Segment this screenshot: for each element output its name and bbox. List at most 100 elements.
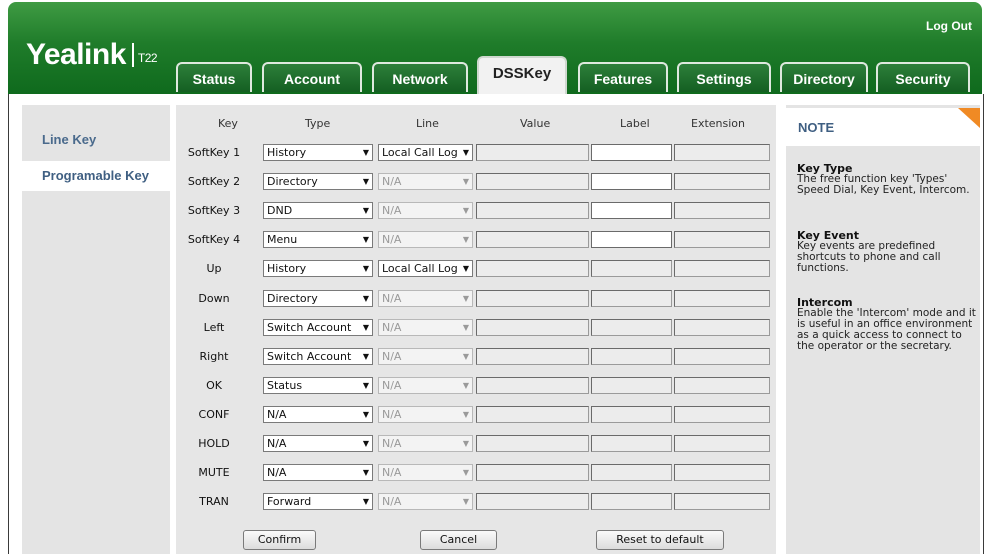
tab-features[interactable]: Features [578,62,668,92]
line-select-value: N/A [382,204,402,217]
value-field [476,348,589,365]
chevron-down-icon: ▼ [462,352,469,361]
value-field [476,173,589,190]
extension-field [674,464,770,481]
type-select-value: Switch Account [267,321,352,334]
row-key-label: SoftKey 3 [187,204,241,217]
type-select[interactable]: Directory ▼ [263,173,373,190]
confirm-button[interactable]: Confirm [243,530,316,550]
type-select[interactable]: N/A ▼ [263,464,373,481]
label-field [591,464,672,481]
note-corner-icon [958,108,980,128]
label-field [591,493,672,510]
sidebar-item-programable-key[interactable]: Programable Key [22,161,170,191]
type-select[interactable]: DND ▼ [263,202,373,219]
type-select[interactable]: Switch Account ▼ [263,348,373,365]
chevron-down-icon: ▼ [362,352,369,361]
type-select-value: History [267,262,307,275]
chevron-down-icon: ▼ [462,264,469,273]
type-select[interactable]: N/A ▼ [263,406,373,423]
note-text: Enable the 'Intercom' mode and it is use… [797,307,976,352]
value-field [476,231,589,248]
line-select: N/A ▼ [378,493,473,510]
chevron-down-icon: ▼ [362,468,369,477]
chevron-down-icon: ▼ [462,206,469,215]
row-key-label: SoftKey 4 [187,233,241,246]
type-select-value: N/A [267,437,287,450]
chevron-down-icon: ▼ [362,177,369,186]
type-select[interactable]: History ▼ [263,260,373,277]
note-section-key-type: Key Type The free function key 'Types' S… [797,163,977,196]
note-title: NOTE [798,120,835,135]
column-header-key: Key [218,117,238,130]
row-key-label: Left [203,321,225,334]
tab-directory[interactable]: Directory [780,62,868,92]
tab-status[interactable]: Status [176,62,252,92]
label-field [591,348,672,365]
label-field[interactable] [591,202,672,219]
chevron-down-icon: ▼ [462,381,469,390]
reset-to-default-button[interactable]: Reset to default [596,530,724,550]
type-select-value: History [267,146,307,159]
line-select[interactable]: Local Call Log ▼ [378,260,473,277]
line-select: N/A ▼ [378,348,473,365]
type-select[interactable]: Status ▼ [263,377,373,394]
column-header-extension: Extension [691,117,746,130]
type-select-value: Status [267,379,303,392]
type-select-value: Directory [267,175,318,188]
line-select: N/A ▼ [378,290,473,307]
line-select: N/A ▼ [378,377,473,394]
chevron-down-icon: ▼ [462,148,469,157]
extension-field [674,319,770,336]
tab-dsskey[interactable]: DSSKey [477,56,567,94]
chevron-down-icon: ▼ [362,148,369,157]
extension-field [674,493,770,510]
chevron-down-icon: ▼ [462,410,469,419]
extension-field [674,144,770,161]
type-select[interactable]: Forward ▼ [263,493,373,510]
chevron-down-icon: ▼ [362,497,369,506]
line-select: N/A ▼ [378,464,473,481]
label-field[interactable] [591,144,672,161]
type-select-value: Directory [267,292,318,305]
chevron-down-icon: ▼ [462,177,469,186]
chevron-down-icon: ▼ [362,294,369,303]
line-select-value: N/A [382,495,402,508]
value-field [476,435,589,452]
type-select[interactable]: N/A ▼ [263,435,373,452]
logout-link[interactable]: Log Out [926,19,972,33]
label-field [591,377,672,394]
type-select[interactable]: History ▼ [263,144,373,161]
row-key-label: CONF [198,408,230,421]
label-field [591,290,672,307]
tab-settings[interactable]: Settings [677,62,771,92]
cancel-button[interactable]: Cancel [420,530,497,550]
line-select-value: N/A [382,292,402,305]
type-select[interactable]: Switch Account ▼ [263,319,373,336]
line-select-value: Local Call Log [382,146,458,159]
line-select[interactable]: Local Call Log ▼ [378,144,473,161]
column-header-type: Type [305,117,331,130]
value-field [476,144,589,161]
extension-field [674,377,770,394]
tab-account[interactable]: Account [262,62,362,92]
value-field [476,202,589,219]
sidebar-item-line-key[interactable]: Line Key [22,125,170,155]
line-select: N/A ▼ [378,406,473,423]
tab-network[interactable]: Network [372,62,468,92]
label-field[interactable] [591,173,672,190]
extension-field [674,348,770,365]
type-select[interactable]: Menu ▼ [263,231,373,248]
column-header-line: Line [416,117,439,130]
tab-security[interactable]: Security [876,62,970,92]
value-field [476,406,589,423]
chevron-down-icon: ▼ [362,381,369,390]
type-select-value: Menu [267,233,298,246]
label-field[interactable] [591,231,672,248]
line-select-value: N/A [382,233,402,246]
page: Yealink T22 Log Out Status Account Networ… [0,0,986,554]
line-select-value: N/A [382,379,402,392]
type-select[interactable]: Directory ▼ [263,290,373,307]
logo-separator [131,43,134,67]
label-field [591,435,672,452]
